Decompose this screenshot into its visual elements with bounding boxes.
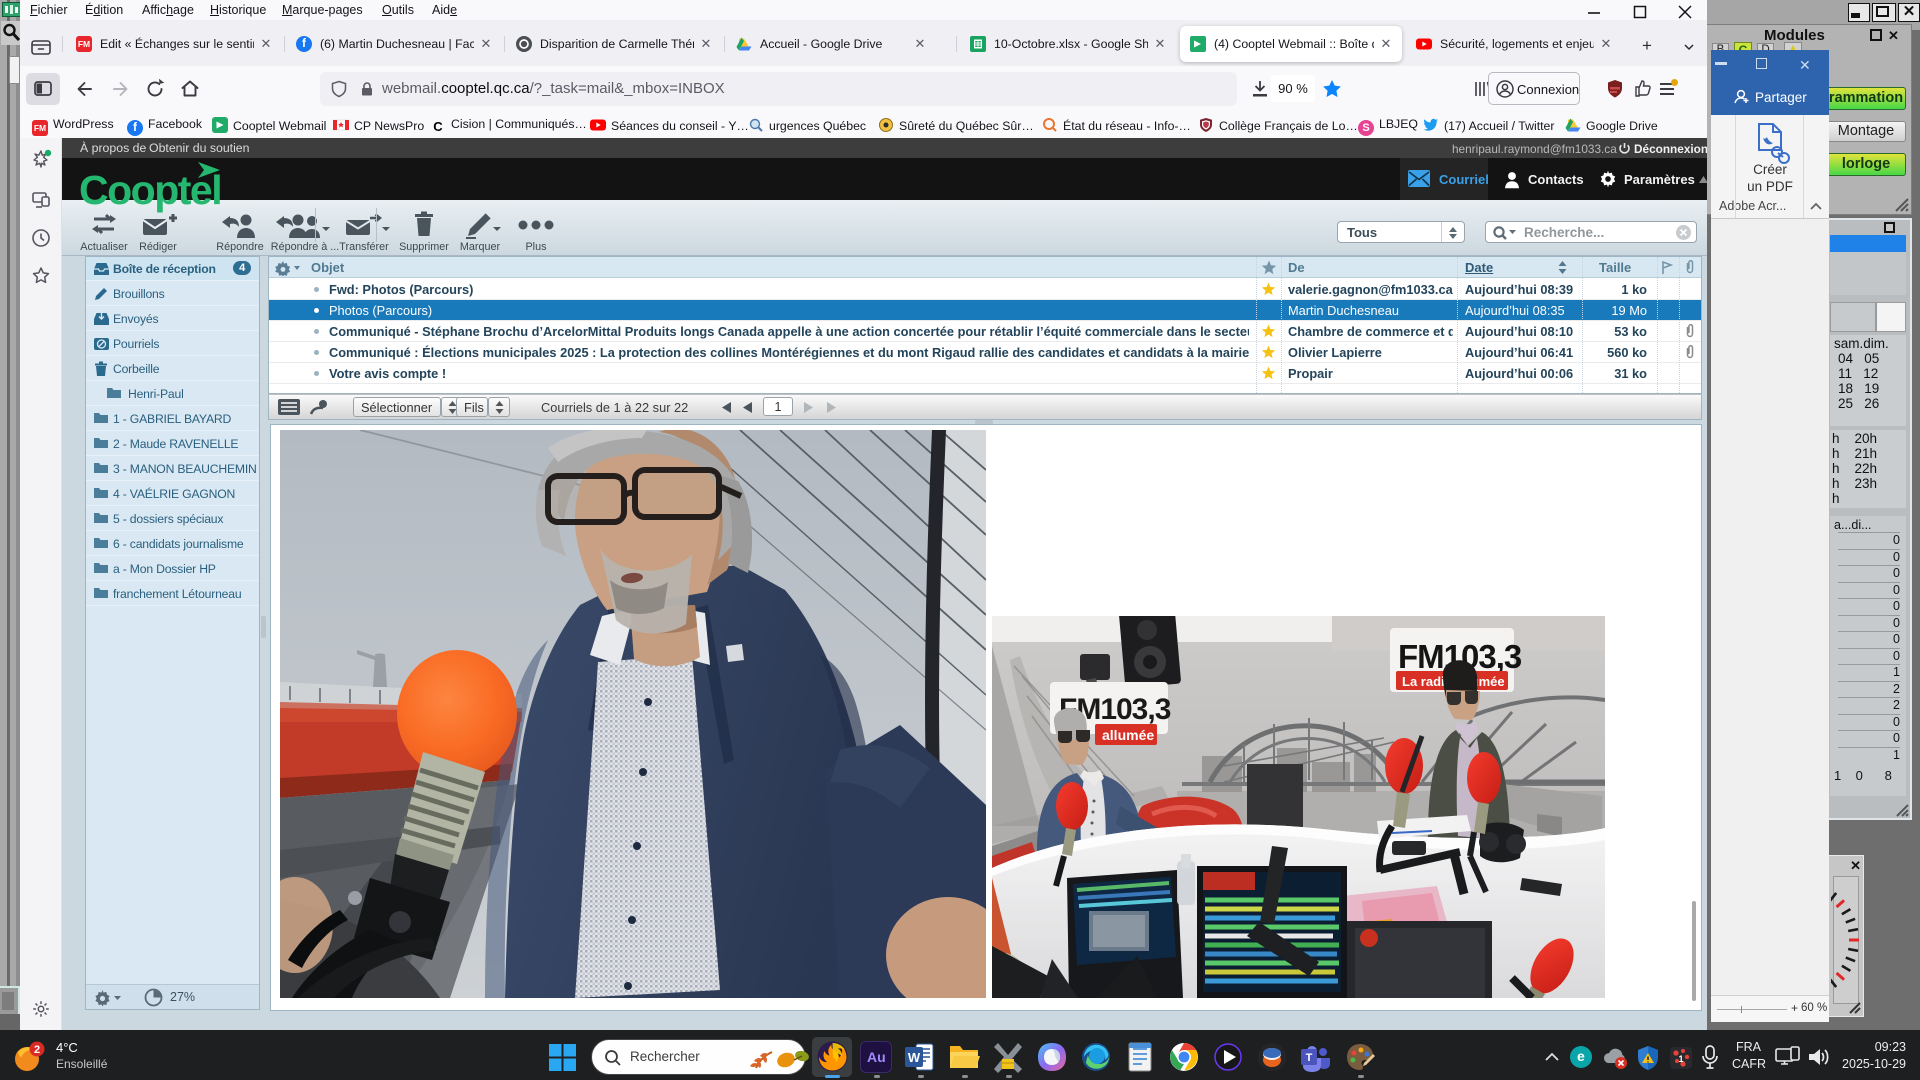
svg-text:allumée: allumée [1102,727,1154,743]
svg-text:T: T [1306,1052,1313,1064]
svg-text:1: 1 [1678,1054,1683,1064]
svg-text:2: 2 [34,1044,40,1056]
svg-text:W: W [908,1050,921,1065]
svg-text:Cooptel: Cooptel [79,167,221,213]
